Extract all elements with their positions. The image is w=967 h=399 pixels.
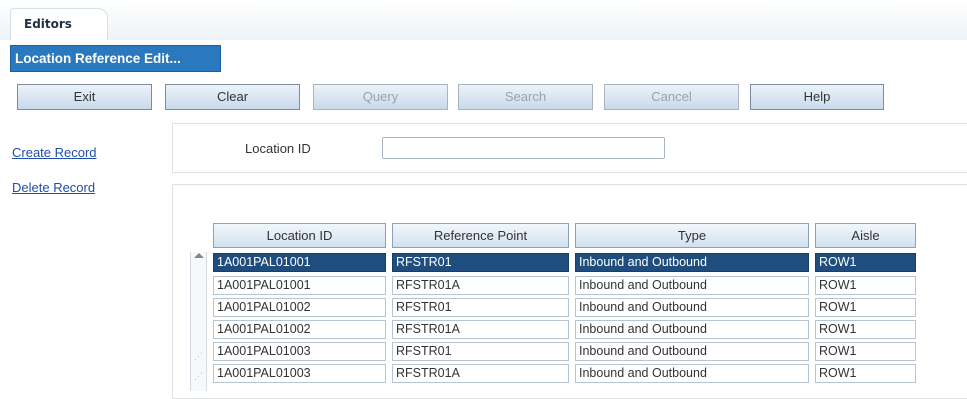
cell-reference-point[interactable]: RFSTR01A: [392, 364, 569, 383]
column-header-location-id[interactable]: Location ID: [213, 223, 386, 248]
cell-reference-point[interactable]: RFSTR01: [392, 298, 569, 317]
query-button[interactable]: Query: [313, 84, 448, 110]
grip-icon: ⋰: [194, 371, 203, 381]
location-id-input[interactable]: [382, 137, 665, 159]
cell-type[interactable]: Inbound and Outbound: [575, 276, 809, 295]
exit-button[interactable]: Exit: [17, 84, 152, 110]
cell-aisle[interactable]: ROW1: [815, 298, 916, 317]
column-header-type[interactable]: Type: [575, 223, 809, 248]
tab-editors[interactable]: Editors: [10, 8, 108, 40]
cell-type[interactable]: Inbound and Outbound: [575, 342, 809, 361]
cell-reference-point[interactable]: RFSTR01A: [392, 276, 569, 295]
cell-aisle[interactable]: ROW1: [815, 276, 916, 295]
cell-location-id[interactable]: 1A001PAL01001: [213, 276, 386, 295]
cell-reference-point[interactable]: RFSTR01A: [392, 320, 569, 339]
cell-type[interactable]: Inbound and Outbound: [575, 298, 809, 317]
location-id-label: Location ID: [245, 141, 311, 156]
window-title: Location Reference Edit...: [10, 45, 221, 72]
delete-record-link[interactable]: Delete Record: [12, 180, 95, 195]
cell-location-id[interactable]: 1A001PAL01003: [213, 364, 386, 383]
column-header-aisle[interactable]: Aisle: [815, 223, 916, 248]
cell-aisle[interactable]: ROW1: [815, 253, 916, 272]
cell-location-id[interactable]: 1A001PAL01003: [213, 342, 386, 361]
cell-aisle[interactable]: ROW1: [815, 364, 916, 383]
help-button[interactable]: Help: [750, 84, 884, 110]
search-button[interactable]: Search: [458, 84, 593, 110]
cell-location-id[interactable]: 1A001PAL01001: [213, 253, 386, 272]
cell-type[interactable]: Inbound and Outbound: [575, 364, 809, 383]
cell-reference-point[interactable]: RFSTR01: [392, 253, 569, 272]
cell-location-id[interactable]: 1A001PAL01002: [213, 320, 386, 339]
cell-aisle[interactable]: ROW1: [815, 342, 916, 361]
cell-type[interactable]: Inbound and Outbound: [575, 253, 809, 272]
cell-location-id[interactable]: 1A001PAL01002: [213, 298, 386, 317]
tab-strip: [0, 0, 967, 40]
grip-icon: ⋰: [194, 351, 203, 361]
cell-aisle[interactable]: ROW1: [815, 320, 916, 339]
clear-button[interactable]: Clear: [165, 84, 300, 110]
scroll-up-icon[interactable]: [194, 253, 204, 258]
cancel-button[interactable]: Cancel: [604, 84, 739, 110]
create-record-link[interactable]: Create Record: [12, 145, 97, 160]
column-header-reference-point[interactable]: Reference Point: [392, 223, 569, 248]
cell-type[interactable]: Inbound and Outbound: [575, 320, 809, 339]
cell-reference-point[interactable]: RFSTR01: [392, 342, 569, 361]
